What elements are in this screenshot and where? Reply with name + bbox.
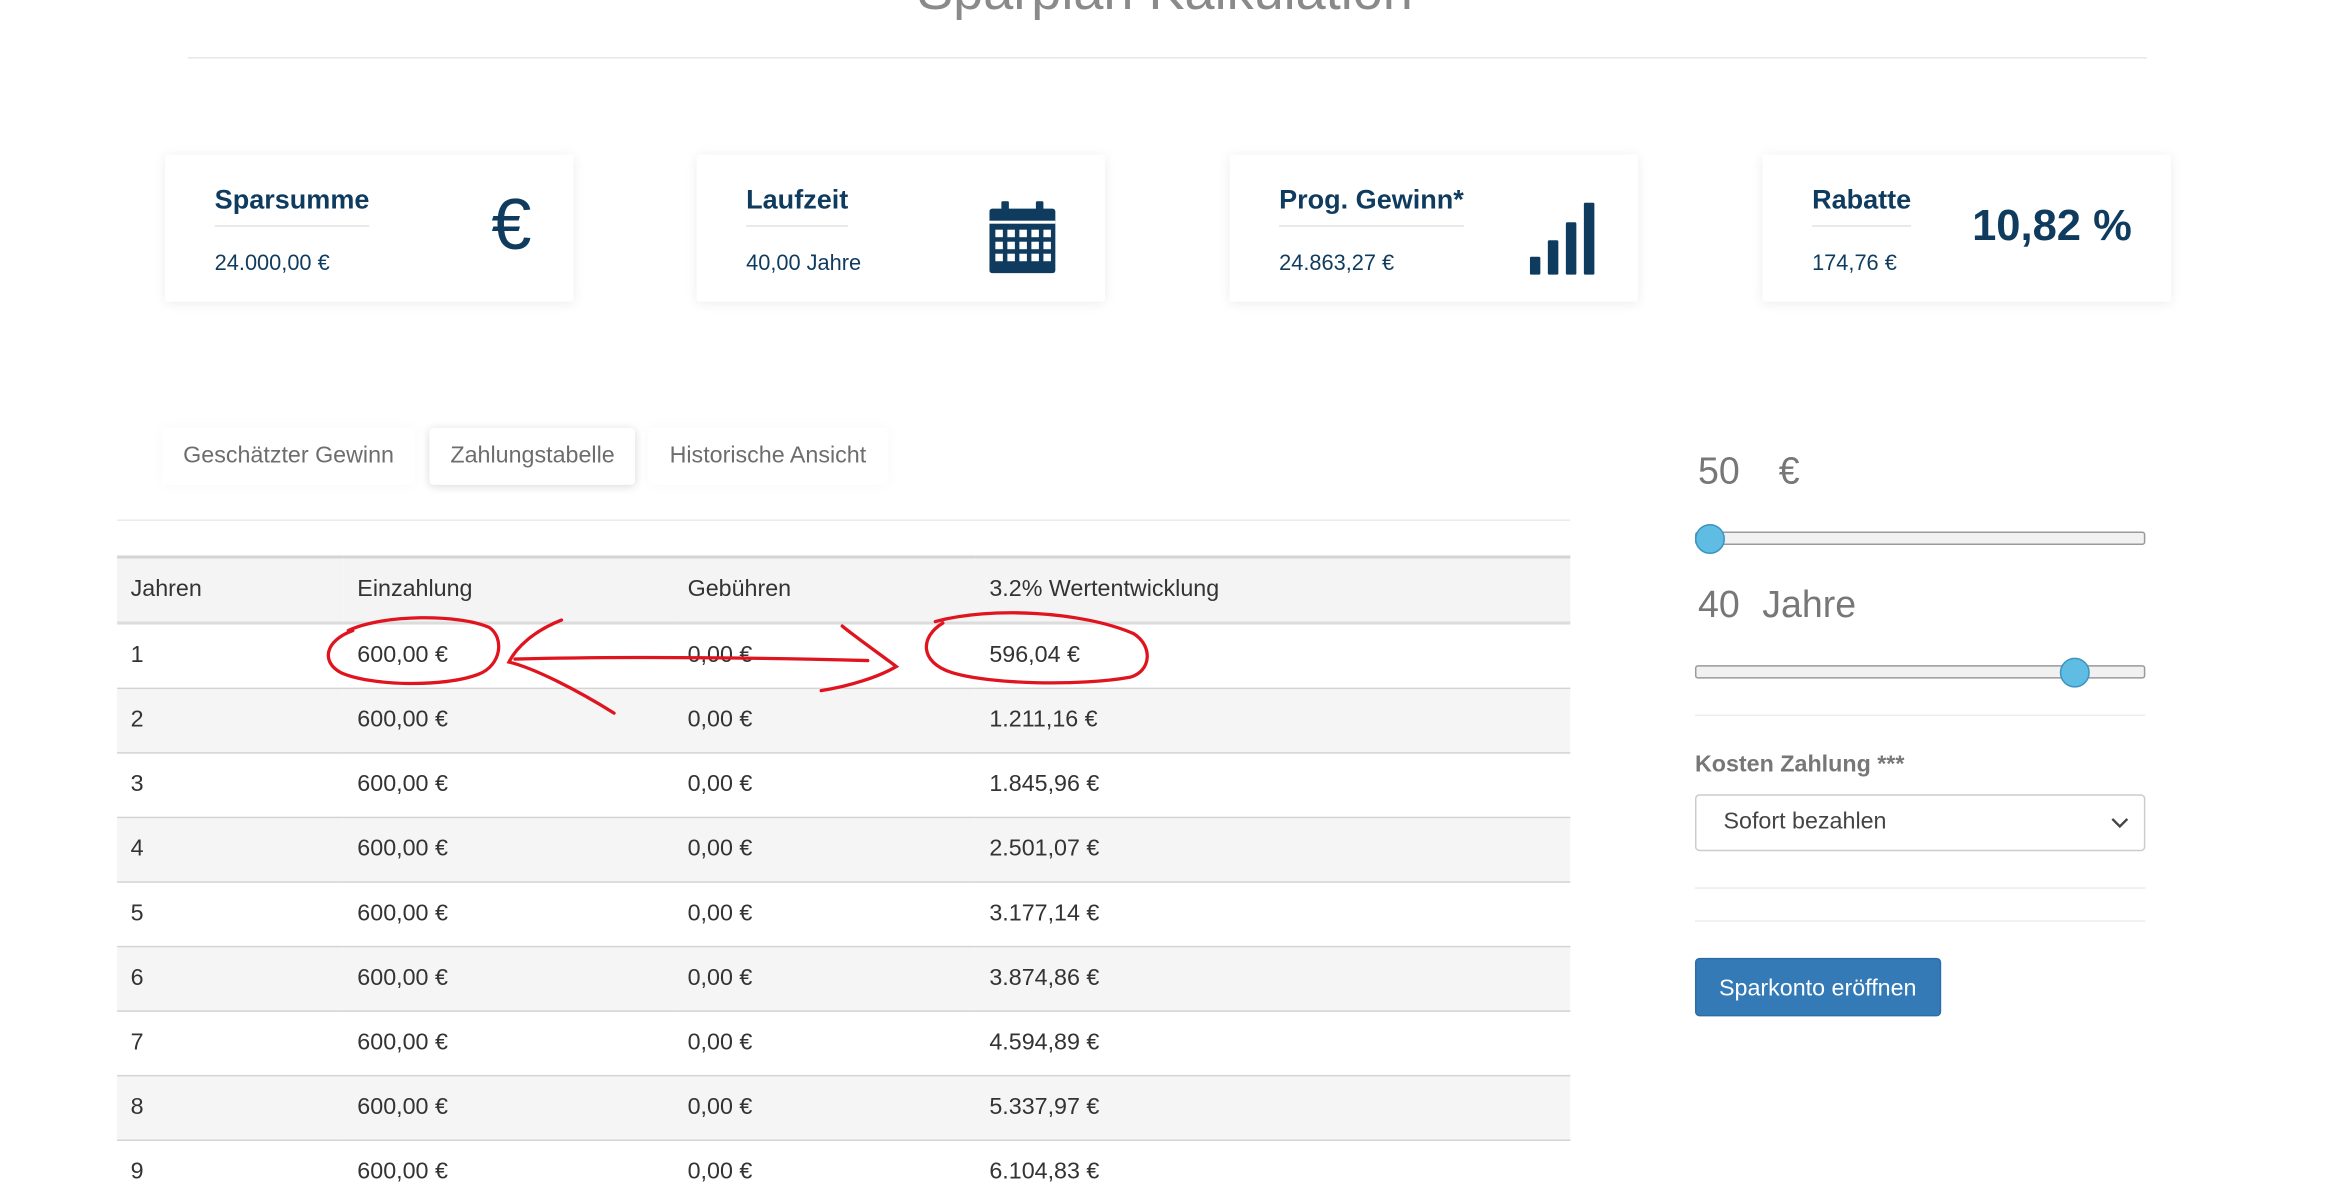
table-cell: 0,00 €: [674, 1010, 976, 1076]
calendar-icon: [989, 201, 1056, 274]
table-cell: 600,00 €: [343, 881, 675, 947]
table-row: 9 600,00 €0,00 €6.104,83 €: [117, 1139, 1571, 1204]
card-prog-gewinn: Prog. Gewinn* 24.863,27 €: [1229, 154, 1638, 302]
tab-zahlungstabelle[interactable]: Zahlungstabelle: [429, 427, 636, 485]
table-row: 7 600,00 €0,00 €4.594,89 €: [117, 1010, 1571, 1076]
table-cell: 600,00 €: [343, 1074, 675, 1141]
table-cell: 600,00 €: [343, 945, 675, 1012]
table-cell: 1.211,16 €: [975, 687, 1571, 753]
table-cell: 0,00 €: [687, 642, 753, 669]
card-laufzeit: Laufzeit 40,00 Jahre: [696, 154, 1105, 302]
table-cell: 6.104,83 €: [975, 1139, 1571, 1204]
table-cell: 600,00 €: [357, 642, 448, 669]
table-cell: 3.177,14 €: [975, 881, 1571, 947]
tab-geschaetzter-gewinn[interactable]: Geschätzter Gewinn: [162, 428, 415, 485]
euro-icon: €: [491, 186, 532, 266]
table-cell: 600,00 €: [343, 816, 675, 883]
card-value: 24.863,27 €: [1279, 252, 1395, 277]
table-cell: 600,00 €: [343, 752, 675, 818]
table-cell: 4.594,89 €: [975, 1010, 1571, 1076]
card-value: 40,00 Jahre: [746, 252, 862, 277]
tab-divider: [117, 519, 1571, 521]
card-title: Sparsumme: [214, 185, 370, 227]
table-cell: 0,00 €: [674, 752, 976, 818]
table-row: 6 600,00 €0,00 €3.874,86 €: [117, 945, 1571, 1012]
open-savings-account-button[interactable]: Sparkonto eröffnen: [1694, 957, 1941, 1017]
table-cell: 7: [117, 1010, 344, 1076]
table-row: 8 600,00 €0,00 €5.337,97 €: [117, 1074, 1571, 1141]
table-cell: 8: [117, 1074, 344, 1141]
cost-payment-select[interactable]: Sofort bezahlen: [1694, 794, 2146, 852]
table-cell: 3: [117, 752, 344, 818]
table-cell: 600,00 €: [343, 687, 675, 753]
column-header: Einzahlung: [343, 555, 675, 625]
amount-slider[interactable]: [1694, 523, 2146, 554]
cost-payment-selected: Sofort bezahlen: [1723, 809, 1887, 835]
column-header: Gebühren: [674, 555, 976, 625]
table-cell: 9: [117, 1139, 344, 1204]
table-cell: 1: [130, 642, 144, 669]
table-cell: 600,00 €: [343, 1139, 675, 1204]
card-value: 174,76 €: [1812, 252, 1897, 277]
title-divider: [187, 57, 2147, 59]
table-cell: 2: [117, 687, 344, 753]
duration-slider-handle[interactable]: [2059, 656, 2090, 687]
tab-historische-ansicht[interactable]: Historische Ansicht: [649, 428, 888, 485]
card-title: Prog. Gewinn*: [1279, 185, 1464, 227]
table-cell: 5: [117, 881, 344, 947]
amount-unit: €: [1778, 450, 1800, 493]
amount-value: 50: [1697, 450, 1740, 493]
table-cell: 2.501,07 €: [975, 816, 1571, 883]
column-header: Jahren: [117, 555, 344, 625]
card-value: 24.000,00 €: [214, 252, 330, 277]
table-row: 2 600,00 €0,00 €1.211,16 €: [117, 687, 1571, 753]
duration-slider[interactable]: [1694, 656, 2146, 687]
card-rabatte: Rabatte 174,76 € 10,82 %: [1762, 154, 2171, 302]
table-row: 1 600,00 € 0,00 € 596,04 €: [117, 623, 1570, 688]
table-cell: 5.337,97 €: [975, 1074, 1571, 1141]
payment-table: Jahren Einzahlung Gebühren 3.2% Wertentw…: [117, 555, 1571, 1204]
table-cell: 6: [117, 945, 344, 1012]
amount-slider-handle[interactable]: [1694, 523, 1725, 554]
page-title: Sparplan Kalkulation: [0, 0, 2330, 18]
amount-readout: 50 €: [1698, 450, 1800, 494]
discount-percentage: 10,82 %: [1972, 202, 2132, 251]
table-row: 5 600,00 €0,00 €3.177,14 €: [117, 881, 1571, 947]
table-cell: 0,00 €: [674, 1074, 976, 1141]
table-cell: 0,00 €: [674, 881, 976, 947]
signal-bars-icon: [1529, 202, 1595, 275]
duration-readout: 40 Jahre: [1698, 584, 1856, 628]
sidebar-divider: [1694, 920, 2146, 922]
chevron-down-icon: [2111, 818, 2129, 829]
duration-value: 40: [1697, 584, 1740, 627]
table-cell: 4: [117, 816, 344, 883]
table-cell: 0,00 €: [674, 945, 976, 1012]
table-cell: 3.874,86 €: [975, 945, 1571, 1012]
sidebar-divider: [1694, 714, 2146, 717]
table-cell: 0,00 €: [674, 816, 976, 883]
table-row: 4 600,00 €0,00 €2.501,07 €: [117, 816, 1571, 883]
sidebar-divider: [1694, 887, 2146, 889]
duration-unit: Jahre: [1762, 584, 1857, 627]
table-cell: 596,04 €: [989, 642, 1080, 669]
table-row: 3 600,00 €0,00 €1.845,96 €: [117, 752, 1571, 818]
card-sparsumme: Sparsumme 24.000,00 € €: [165, 154, 574, 302]
table-cell: 600,00 €: [343, 1010, 675, 1076]
table-cell: 0,00 €: [674, 1139, 976, 1204]
cost-payment-label: Kosten Zahlung ***: [1694, 752, 1905, 778]
column-header: 3.2% Wertentwicklung: [975, 555, 1571, 625]
card-title: Rabatte: [1812, 185, 1912, 227]
table-header-row: Jahren Einzahlung Gebühren 3.2% Wertentw…: [117, 555, 1571, 625]
table-cell: 1.845,96 €: [975, 752, 1571, 818]
card-title: Laufzeit: [746, 185, 849, 227]
table-cell: 0,00 €: [674, 687, 976, 753]
